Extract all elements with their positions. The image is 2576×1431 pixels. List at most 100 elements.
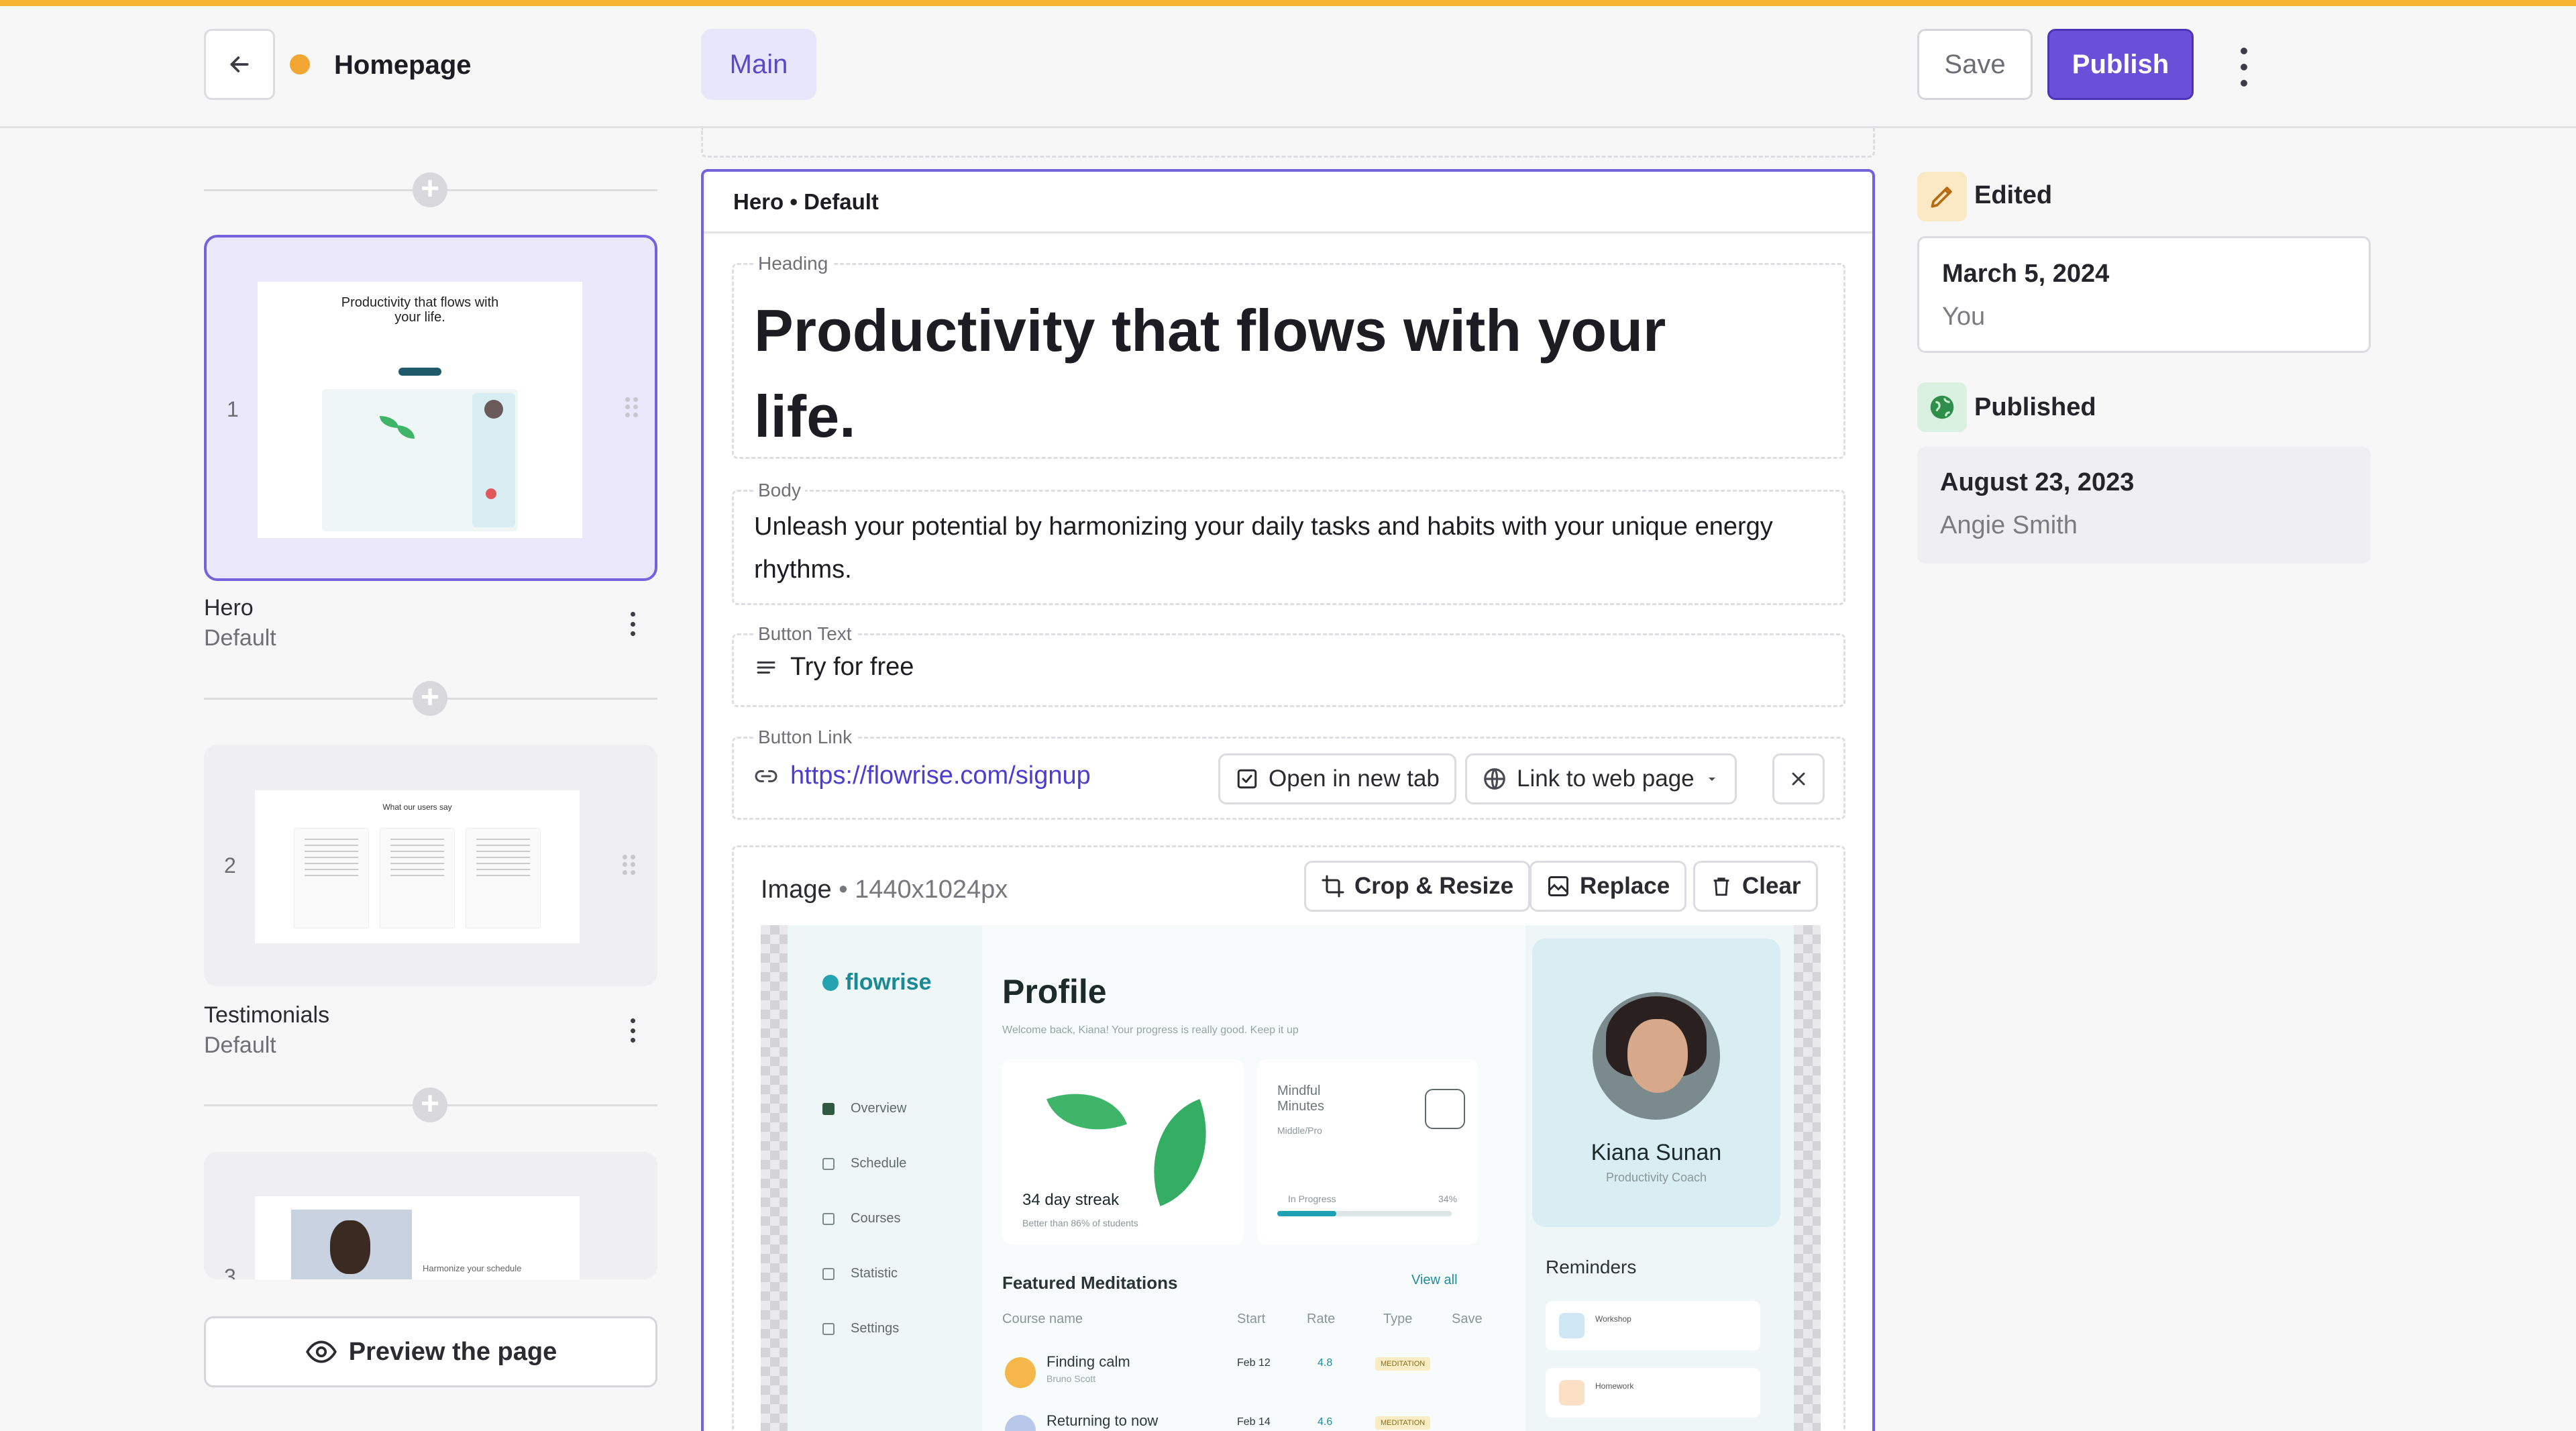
row-start: Feb 14 [1237, 1416, 1271, 1428]
published-card: August 23, 2023 Angie Smith [1917, 447, 2371, 564]
tab-main[interactable]: Main [701, 29, 816, 100]
block-number: 2 [224, 853, 236, 878]
button-link-field[interactable]: Button Link https://flowrise.com/signup … [732, 727, 1845, 820]
preview-logo: flowrise [845, 969, 932, 995]
button-link-label: Button Link [754, 727, 857, 748]
button-link-input[interactable]: https://flowrise.com/signup [790, 761, 1091, 790]
body-input[interactable]: Unleash your potential by harmonizing yo… [754, 505, 1814, 591]
preview-nav-item: Statistic [851, 1266, 898, 1281]
row-name: Returning to now [1046, 1412, 1159, 1429]
block-number: 1 [227, 397, 239, 421]
grid-icon [822, 1102, 835, 1115]
link-type-select[interactable]: Link to web page [1465, 753, 1737, 804]
block-thumbnail: Harmonize your schedule [255, 1196, 580, 1279]
button-text-input[interactable]: Try for free [790, 653, 914, 682]
column-header: Course name [1002, 1312, 1083, 1326]
edited-by: You [1942, 303, 1986, 331]
crop-resize-button[interactable]: Crop & Resize [1304, 861, 1531, 912]
progress-label: In Progress [1288, 1194, 1336, 1204]
back-button[interactable] [204, 29, 275, 100]
reminder-item: Workshop [1546, 1301, 1760, 1350]
plus-icon: + [413, 172, 447, 207]
button-text-field[interactable]: Button Text Try for free [732, 623, 1845, 707]
image-label: Image [761, 876, 832, 904]
body-label: Body [754, 480, 805, 501]
avatar [1593, 992, 1720, 1120]
streak-sub: Better than 86% of students [1022, 1218, 1138, 1228]
drag-handle-icon[interactable] [625, 397, 639, 417]
button-text-label: Button Text [754, 623, 856, 645]
heading-input[interactable]: Productivity that flows with your life. [754, 288, 1693, 460]
text-lines-icon [757, 661, 775, 674]
top-accent-stripe [0, 0, 2576, 6]
thumbnail-heading: What our users say [382, 802, 452, 812]
pencil-icon [1917, 172, 1967, 221]
bar-chart-icon [822, 1267, 835, 1280]
streak-card: 34 day streak Better than 86% of student… [1002, 1059, 1244, 1244]
clear-image-button[interactable]: Clear [1693, 861, 1818, 912]
link-type-label: Link to web page [1517, 765, 1695, 792]
mindful-title: Mindful Minutes [1277, 1083, 1325, 1114]
published-date: August 23, 2023 [1940, 468, 2135, 496]
replace-image-button[interactable]: Replace [1529, 861, 1687, 912]
preview-page-button[interactable]: Preview the page [204, 1316, 657, 1387]
clear-link-button[interactable] [1772, 753, 1825, 804]
publish-button[interactable]: Publish [2047, 29, 2194, 100]
globe-published-icon [1917, 382, 1967, 432]
column-header: Save [1452, 1312, 1483, 1326]
block-card-testimonials[interactable]: 2 What our users say [204, 745, 657, 986]
save-button[interactable]: Save [1917, 29, 2033, 100]
row-start: Feb 12 [1237, 1357, 1271, 1369]
thumbnail-heading: Harmonize your schedule [423, 1263, 522, 1273]
preview-nav-item: Settings [851, 1321, 900, 1336]
preview-nav-item: Schedule [851, 1156, 907, 1171]
block-thumbnail: What our users say [255, 790, 580, 943]
image-field: Image • 1440x1024px Crop & Resize Replac… [732, 845, 1845, 1431]
profile-card: Kiana Sunan Productivity Coach [1532, 939, 1780, 1227]
block-editor: Hero • Default Heading Productivity that… [701, 169, 1875, 1431]
add-block-button[interactable]: + [204, 1085, 657, 1125]
plus-icon: + [413, 681, 447, 716]
eye-icon [305, 1340, 337, 1363]
drag-handle-icon[interactable] [623, 855, 636, 875]
preview-subtitle: Welcome back, Kiana! Your progress is re… [1002, 1024, 1299, 1036]
row-author: Bruno Scott [1046, 1373, 1096, 1384]
block-card-hero[interactable]: 1 Productivity that flows with your life… [204, 235, 657, 581]
preview-page-label: Preview the page [348, 1337, 557, 1366]
add-block-button[interactable]: + [204, 170, 657, 210]
published-by: Angie Smith [1940, 511, 2078, 539]
row-type: MEDITATION [1375, 1357, 1431, 1371]
editor-title: Hero • Default [704, 172, 1872, 233]
settings-icon [822, 1322, 835, 1335]
heading-field[interactable]: Heading Productivity that flows with you… [732, 253, 1845, 460]
block-number: 3 [224, 1265, 236, 1279]
block-menu-icon[interactable] [626, 1018, 639, 1043]
block-thumbnail: Productivity that flows with your life. [258, 282, 582, 538]
row-rate: 4.6 [1318, 1416, 1333, 1428]
crop-resize-label: Crop & Resize [1354, 873, 1514, 899]
image-replace-icon [1548, 876, 1568, 896]
streak-value: 34 day streak [1022, 1191, 1120, 1209]
reminder-item: Homework [1546, 1368, 1760, 1418]
book-icon [822, 1212, 835, 1225]
block-menu-icon[interactable] [626, 612, 639, 636]
trash-icon [1713, 878, 1729, 896]
block-name: Hero [204, 595, 254, 621]
published-label: Published [1974, 393, 2096, 421]
profile-name: Kiana Sunan [1591, 1140, 1722, 1165]
clear-image-label: Clear [1742, 873, 1801, 899]
block-card-3[interactable]: 3 Harmonize your schedule [204, 1152, 657, 1279]
preview-nav-item: Overview [851, 1101, 907, 1116]
plus-icon: + [413, 1088, 447, 1122]
body-field[interactable]: Body Unleash your potential by harmonizi… [732, 480, 1845, 605]
row-name: Finding calm [1046, 1353, 1130, 1370]
chevron-right-icon [1425, 1089, 1465, 1129]
more-options-icon[interactable] [2234, 48, 2254, 87]
open-new-tab-checkbox[interactable]: Open in new tab [1218, 753, 1456, 804]
globe-icon [1484, 768, 1505, 790]
add-block-button[interactable]: + [204, 678, 657, 719]
crop-icon [1322, 875, 1344, 898]
mindful-card: Mindful Minutes Middle/Pro In Progress 3… [1257, 1059, 1479, 1244]
featured-title: Featured Meditations [1002, 1273, 1178, 1293]
open-new-tab-label: Open in new tab [1269, 765, 1440, 792]
